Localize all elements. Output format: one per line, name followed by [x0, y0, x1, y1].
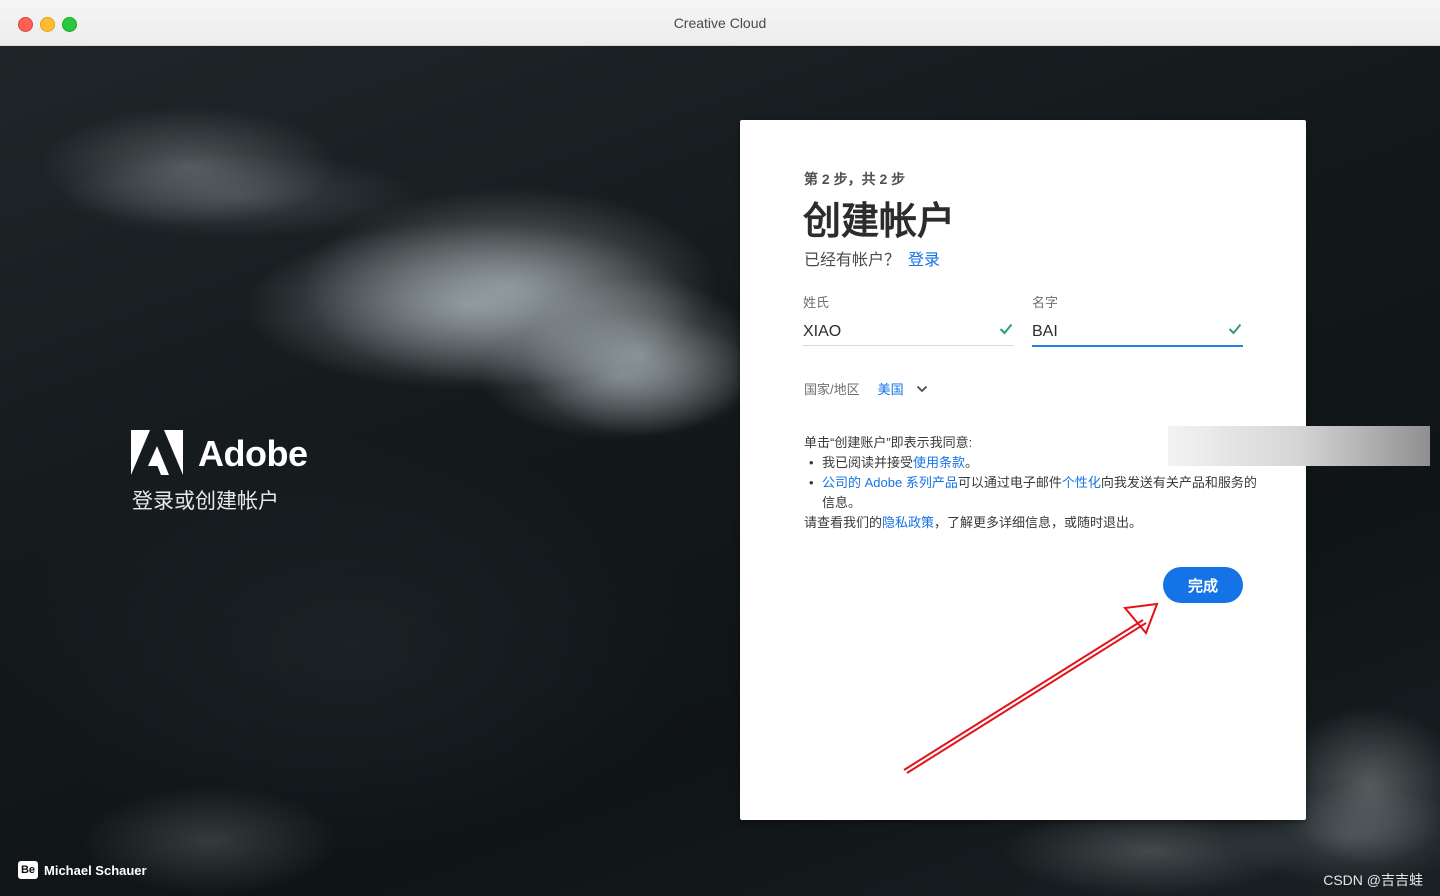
behance-icon: Be [18, 861, 38, 879]
check-icon [1228, 323, 1242, 335]
photo-credit-name: Michael Schauer [44, 862, 147, 878]
privacy-prefix: 请查看我们的 [804, 515, 883, 530]
privacy-policy-link[interactable]: 隐私政策 [882, 515, 934, 530]
step-indicator: 第 2 步，共 2 步 [804, 171, 906, 187]
last-name-label: 姓氏 [803, 295, 830, 310]
terms-bullet-2: 公司的 Adobe 系列产品可以通过电子邮件个性化向我发送有关产品和服务的信息。 [804, 473, 1264, 513]
country-selector[interactable]: 国家/地区 美国 [804, 379, 928, 398]
terms-bullet-1-text: 我已阅读并接受 [822, 455, 914, 470]
adobe-family-link[interactable]: 公司的 Adobe 系列产品 [822, 475, 958, 490]
country-label: 国家/地区 [804, 382, 860, 397]
have-account-text: 已经有帐户？ [804, 252, 901, 269]
adobe-wordmark: Adobe [198, 433, 308, 474]
done-button[interactable]: 完成 [1163, 567, 1243, 603]
chevron-down-icon[interactable] [916, 385, 928, 393]
brand-subtitle: 登录或创建帐户 [132, 490, 279, 513]
title-bar: Creative Cloud [0, 0, 1440, 46]
terms-of-use-link[interactable]: 使用条款 [913, 455, 965, 470]
photo-credit[interactable]: Be Michael Schauer [18, 861, 147, 879]
first-name-field[interactable]: 名字 BAI [1032, 292, 1243, 347]
create-account-panel: 第 2 步，共 2 步 创建帐户 已经有帐户？ 登录 姓氏 XIAO 名字 BAI… [740, 120, 1306, 820]
country-value[interactable]: 美国 [878, 379, 904, 398]
adobe-logo-icon [131, 430, 183, 475]
redaction-bar [1168, 426, 1430, 466]
terms-bullet-2-text: 可以通过电子邮件 [957, 475, 1062, 490]
privacy-suffix: ，了解更多详细信息，或随时退出。 [934, 515, 1143, 530]
last-name-value: XIAO [803, 323, 842, 340]
first-name-label: 名字 [1032, 295, 1059, 310]
have-account-line: 已经有帐户？ 登录 [804, 246, 940, 270]
window-title: Creative Cloud [673, 15, 767, 31]
personalization-link[interactable]: 个性化 [1062, 475, 1101, 490]
page-title: 创建帐户 [803, 201, 956, 243]
first-name-value: BAI [1032, 323, 1058, 340]
watermark: CSDN @吉吉蛙 [1323, 872, 1423, 888]
terms-bullet-1-suffix: 。 [965, 455, 979, 470]
privacy-line: 请查看我们的隐私政策，了解更多详细信息，或随时退出。 [804, 513, 1264, 533]
first-name-input[interactable]: BAI [1032, 319, 1243, 347]
last-name-field[interactable]: 姓氏 XIAO [803, 292, 1014, 346]
login-link[interactable]: 登录 [908, 252, 940, 269]
check-icon [999, 323, 1013, 335]
last-name-input[interactable]: XIAO [803, 319, 1014, 346]
